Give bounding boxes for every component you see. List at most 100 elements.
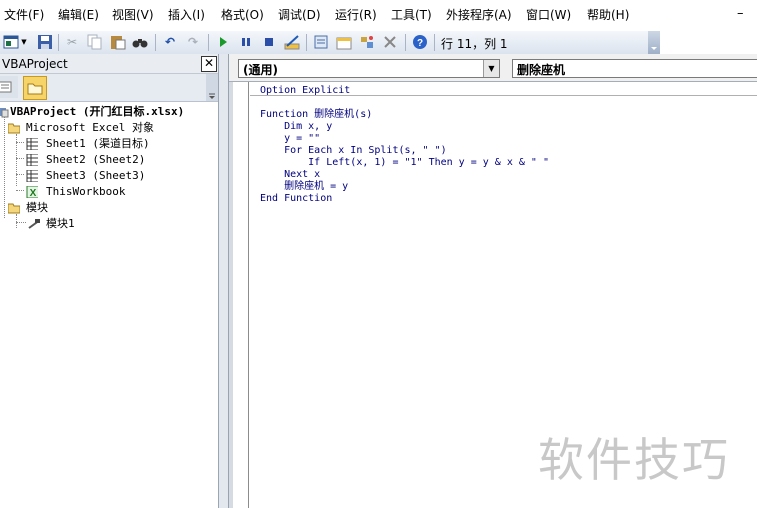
excel-icon bbox=[3, 35, 19, 49]
toolbar-separator bbox=[434, 34, 435, 51]
menu-addins[interactable]: 外接程序(A) bbox=[446, 8, 512, 22]
panel-splitter[interactable] bbox=[219, 54, 229, 508]
menu-debug[interactable]: 调试(D) bbox=[278, 8, 321, 22]
folder-icon bbox=[27, 83, 43, 95]
module-icon bbox=[28, 219, 40, 229]
menu-view[interactable]: 视图(V) bbox=[112, 8, 154, 22]
menu-format[interactable]: 格式(O) bbox=[221, 8, 264, 22]
menu-window[interactable]: 窗口(W) bbox=[526, 8, 571, 22]
menu-bar: 文件(F) 编辑(E) 视图(V) 插入(I) 格式(O) 调试(D) 运行(R… bbox=[0, 0, 757, 31]
save-icon bbox=[38, 35, 52, 49]
break-button[interactable] bbox=[238, 34, 254, 50]
procedure-dropdown[interactable]: 删除座机 bbox=[512, 59, 757, 78]
tree-item-label: 模块 bbox=[26, 201, 48, 214]
menu-insert[interactable]: 插入(I) bbox=[168, 8, 205, 22]
tree-item-label: Sheet1 (渠道目标) bbox=[46, 137, 150, 150]
toolbar-separator bbox=[155, 34, 156, 51]
code-line: Function 删除座机(s) bbox=[260, 109, 373, 120]
run-button[interactable] bbox=[215, 34, 231, 50]
object-browser-icon bbox=[361, 36, 373, 48]
copy-button[interactable] bbox=[87, 34, 103, 50]
tree-line bbox=[16, 214, 17, 228]
open-folder-icon bbox=[8, 203, 20, 214]
properties-icon bbox=[336, 37, 352, 50]
toggle-folders-button[interactable] bbox=[23, 76, 47, 100]
project-explorer-titlebar: VBAProject ✕ bbox=[0, 54, 218, 74]
tree-item-label: 模块1 bbox=[46, 217, 75, 230]
code-line: 删除座机 = y bbox=[260, 181, 349, 192]
project-explorer-button[interactable] bbox=[313, 34, 329, 50]
design-mode-button[interactable] bbox=[284, 34, 300, 50]
code-margin[interactable] bbox=[229, 82, 249, 508]
paste-button[interactable] bbox=[110, 34, 126, 50]
svg-text:?: ? bbox=[417, 38, 423, 49]
project-tree: VBAProject (开门红目标.xlsx) Microsoft Excel … bbox=[0, 102, 218, 508]
workbook-icon: X bbox=[26, 186, 38, 198]
save-button[interactable] bbox=[37, 34, 53, 50]
procedure-dropdown-value: 删除座机 bbox=[517, 63, 566, 77]
redo-button[interactable]: ↷ bbox=[185, 34, 201, 50]
project-explorer: VBAProject ✕ VBAProject (开门红目标.xlsx) Mic… bbox=[0, 54, 219, 508]
tree-line bbox=[16, 158, 24, 159]
menu-edit[interactable]: 编辑(E) bbox=[58, 8, 99, 22]
chevron-down-icon[interactable]: ▼ bbox=[483, 60, 499, 77]
toolbar-separator bbox=[405, 34, 406, 51]
properties-window-button[interactable] bbox=[336, 34, 352, 50]
tree-line bbox=[16, 174, 24, 175]
copy-icon bbox=[87, 34, 102, 50]
redo-icon: ↷ bbox=[187, 35, 199, 49]
tree-line bbox=[16, 190, 24, 191]
cursor-position-readout: 行 11，列 1 bbox=[441, 37, 508, 51]
view-excel-button[interactable] bbox=[3, 34, 19, 50]
tree-item-label: Sheet2 (Sheet2) bbox=[46, 153, 146, 166]
code-line: If Left(x, 1) = "1" Then y = y & x & " " bbox=[260, 157, 549, 168]
help-button[interactable]: ? bbox=[412, 34, 428, 50]
code-view-icon bbox=[0, 81, 12, 93]
design-mode-icon bbox=[284, 35, 300, 50]
panel-toolbar-overflow[interactable] bbox=[206, 74, 218, 101]
menu-help[interactable]: 帮助(H) bbox=[587, 8, 629, 22]
open-folder-icon bbox=[8, 123, 20, 134]
project-icon bbox=[0, 108, 9, 118]
menu-tools[interactable]: 工具(T) bbox=[391, 8, 432, 22]
tree-item-label: ThisWorkbook bbox=[46, 185, 126, 198]
project-explorer-toolbar bbox=[0, 74, 218, 102]
tree-line bbox=[4, 116, 5, 218]
close-icon[interactable]: ✕ bbox=[201, 56, 217, 72]
toolbox-button[interactable] bbox=[382, 34, 398, 50]
tree-line bbox=[16, 142, 24, 143]
undo-icon: ↶ bbox=[164, 35, 176, 49]
menu-run[interactable]: 运行(R) bbox=[335, 8, 377, 22]
project-explorer-title: VBAProject bbox=[2, 57, 68, 71]
object-dropdown[interactable]: (通用) ▼ bbox=[238, 59, 500, 78]
toolbar-separator bbox=[208, 34, 209, 51]
code-line: Dim x, y bbox=[260, 121, 333, 132]
object-dropdown-value: (通用) bbox=[243, 63, 278, 77]
cut-icon: ✂ bbox=[66, 35, 78, 49]
view-code-button[interactable] bbox=[0, 76, 18, 98]
standard-toolbar: ▼ ✂ ↶ ↷ ? 行 11，列 1 bbox=[0, 31, 660, 55]
tree-item-label: VBAProject (开门红目标.xlsx) bbox=[10, 105, 185, 118]
tree-item-label: Sheet3 (Sheet3) bbox=[46, 169, 146, 182]
toolbar-separator bbox=[58, 34, 59, 51]
reset-button[interactable] bbox=[261, 34, 277, 50]
help-icon: ? bbox=[413, 35, 427, 49]
toolbar-separator bbox=[306, 34, 307, 51]
worksheet-icon bbox=[26, 138, 38, 150]
find-button[interactable] bbox=[132, 34, 148, 50]
stop-icon bbox=[265, 38, 273, 46]
undo-button[interactable]: ↶ bbox=[162, 34, 178, 50]
window-minimize-button[interactable]: – bbox=[737, 6, 744, 21]
svg-text:X: X bbox=[30, 188, 37, 198]
toolbar-overflow-button[interactable] bbox=[648, 31, 660, 54]
cut-button[interactable]: ✂ bbox=[64, 34, 80, 50]
menu-file[interactable]: 文件(F) bbox=[4, 8, 44, 22]
tree-item-label: Microsoft Excel 对象 bbox=[26, 121, 154, 134]
tree-line bbox=[16, 222, 26, 223]
chevron-down-icon bbox=[209, 93, 215, 99]
object-browser-button[interactable] bbox=[359, 34, 375, 50]
project-explorer-icon bbox=[314, 35, 328, 49]
worksheet-icon bbox=[26, 170, 38, 182]
insert-dropdown-icon[interactable]: ▼ bbox=[20, 34, 28, 50]
watermark: 软件技巧 bbox=[538, 433, 730, 487]
